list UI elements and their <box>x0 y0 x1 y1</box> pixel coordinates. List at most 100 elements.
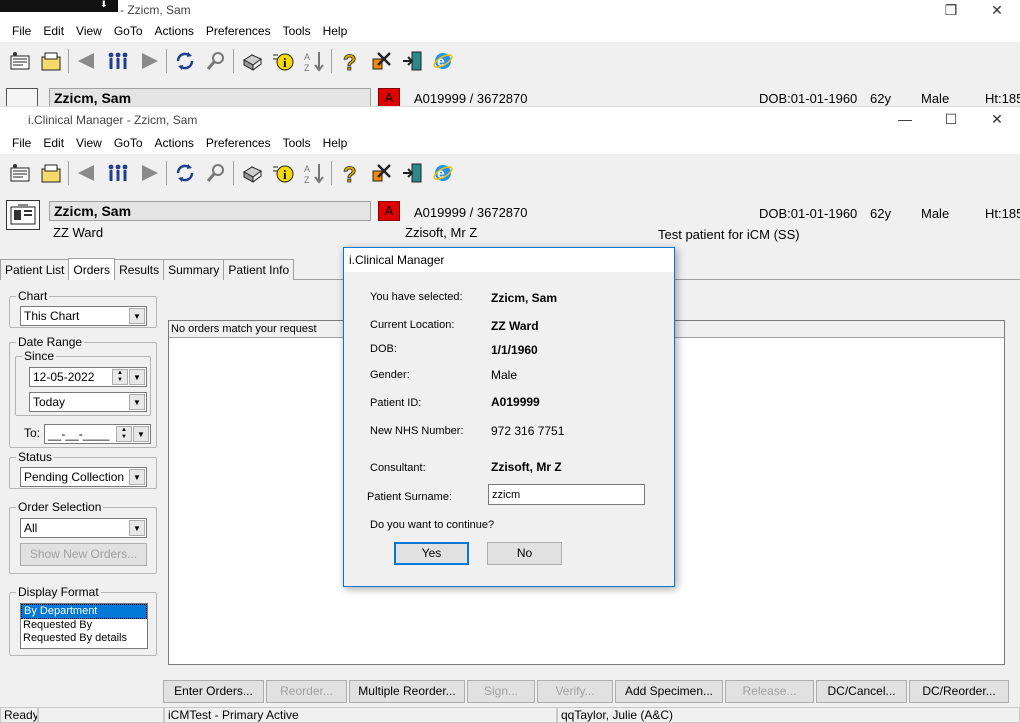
chart-icon[interactable] <box>35 158 66 188</box>
back-menu-actions[interactable]: Actions <box>149 24 200 38</box>
menu-help[interactable]: Help <box>317 136 354 150</box>
back-menu-tools[interactable]: Tools <box>277 24 317 38</box>
patient-dob: DOB:01-01-1960 <box>759 206 858 221</box>
info-icon[interactable]: i <box>267 46 298 76</box>
verify-button[interactable]: Verify... <box>537 680 613 703</box>
menu-goto[interactable]: GoTo <box>108 136 149 150</box>
release-button[interactable]: Release... <box>725 680 814 703</box>
forward-icon[interactable] <box>133 158 164 188</box>
search-icon[interactable] <box>200 158 231 188</box>
since-period-value: Today <box>33 395 66 409</box>
back-maximize-icon[interactable]: ❐ <box>928 0 974 20</box>
since-period-select[interactable]: Today ▼ <box>29 392 147 412</box>
menu-preferences[interactable]: Preferences <box>200 136 277 150</box>
people-icon[interactable] <box>102 46 133 76</box>
display-format-option[interactable]: By Department <box>21 604 147 619</box>
back-alert-badge[interactable]: A <box>378 88 400 106</box>
multiple-reorder-button[interactable]: Multiple Reorder... <box>349 680 465 703</box>
chart-icon[interactable] <box>35 46 66 76</box>
show-new-orders-button[interactable]: Show New Orders... <box>20 543 147 566</box>
close-icon[interactable]: ✕ <box>974 107 1020 133</box>
maximize-icon[interactable]: ☐ <box>928 107 974 133</box>
tab-results[interactable]: Results <box>114 259 165 280</box>
display-format-option[interactable]: Requested By <box>21 619 147 632</box>
display-format-list[interactable]: By Department Requested By Requested By … <box>20 603 148 649</box>
back-gender: Male <box>921 91 950 106</box>
people-icon[interactable] <box>102 158 133 188</box>
status-select[interactable]: Pending Collection ▼ <box>20 467 147 487</box>
refresh-icon[interactable] <box>169 158 200 188</box>
exit-icon[interactable] <box>396 46 427 76</box>
to-date-picker[interactable]: __-__-____ ▲ ▼ ▼ <box>44 424 151 444</box>
tools-icon[interactable] <box>365 158 396 188</box>
back-patient-card-icon[interactable] <box>6 88 38 106</box>
tab-summary[interactable]: Summary <box>163 259 225 280</box>
print-icon[interactable] <box>236 46 267 76</box>
no-button[interactable]: No <box>487 542 562 565</box>
dc-cancel-button[interactable]: DC/Cancel... <box>816 680 907 703</box>
back-icon[interactable] <box>71 46 102 76</box>
menu-actions[interactable]: Actions <box>149 136 200 150</box>
back-menu-goto[interactable]: GoTo <box>108 24 149 38</box>
back-window-controls: ❐ ✕ <box>928 0 1020 20</box>
help-icon[interactable]: ? <box>334 158 365 188</box>
back-menu-edit[interactable]: Edit <box>37 24 70 38</box>
chevron-down-icon[interactable]: ▼ <box>129 369 145 385</box>
back-height: Ht:185 <box>985 91 1020 106</box>
chevron-down-icon[interactable]: ▼ <box>133 426 149 442</box>
info-icon[interactable]: i <box>267 158 298 188</box>
patient-list-icon[interactable] <box>4 46 35 76</box>
sort-icon[interactable]: AZ <box>298 158 329 188</box>
exit-icon[interactable] <box>396 158 427 188</box>
back-menu-preferences[interactable]: Preferences <box>200 24 277 38</box>
chevron-down-icon[interactable]: ▼ <box>129 308 145 324</box>
back-menu-file[interactable]: File <box>6 24 37 38</box>
tab-orders[interactable]: Orders <box>68 258 116 280</box>
back-patient-ids: A019999 / 3672870 <box>414 91 528 106</box>
internet-explorer-icon[interactable]: e <box>427 158 458 188</box>
tab-patient-list[interactable]: Patient List <box>0 259 70 280</box>
back-menu-help[interactable]: Help <box>317 24 354 38</box>
minimize-icon[interactable]: — <box>882 107 928 133</box>
tools-icon[interactable] <box>365 46 396 76</box>
display-format-option[interactable]: Requested By details <box>21 632 147 645</box>
dc-reorder-button[interactable]: DC/Reorder... <box>909 680 1009 703</box>
chevron-down-icon[interactable]: ▼ <box>129 469 145 485</box>
refresh-icon[interactable] <box>169 46 200 76</box>
patient-card-icon[interactable] <box>6 200 40 230</box>
dialog-nhs-value: 972 316 7751 <box>491 424 565 438</box>
tab-bar: Patient List Orders Results Summary Pati… <box>0 258 295 280</box>
enter-orders-button[interactable]: Enter Orders... <box>163 680 264 703</box>
toolbar-separator <box>331 161 332 185</box>
chevron-down-icon[interactable]: ▼ <box>129 394 145 410</box>
chart-select[interactable]: This Chart ▼ <box>20 306 147 326</box>
menu-file[interactable]: File <box>6 136 37 150</box>
menu-tools[interactable]: Tools <box>277 136 317 150</box>
print-icon[interactable] <box>236 158 267 188</box>
spin-updown-icon[interactable]: ▲ ▼ <box>116 426 132 442</box>
sort-icon[interactable]: AZ <box>298 46 329 76</box>
since-date-picker[interactable]: 12-05-2022 ▲ ▼ ▼ <box>29 367 147 387</box>
back-close-icon[interactable]: ✕ <box>974 0 1020 20</box>
help-icon[interactable]: ? <box>334 46 365 76</box>
tab-patient-info[interactable]: Patient Info <box>223 259 295 280</box>
menu-edit[interactable]: Edit <box>37 136 70 150</box>
spin-updown-icon[interactable]: ▲ ▼ <box>112 369 128 385</box>
chevron-down-icon[interactable]: ▼ <box>129 520 145 536</box>
menu-view[interactable]: View <box>70 136 108 150</box>
reorder-button[interactable]: Reorder... <box>266 680 347 703</box>
order-selection-value: All <box>24 521 38 535</box>
patient-list-icon[interactable] <box>4 158 35 188</box>
patient-surname-input[interactable] <box>488 484 645 505</box>
forward-icon[interactable] <box>133 46 164 76</box>
back-icon[interactable] <box>71 158 102 188</box>
yes-button[interactable]: Yes <box>394 542 469 565</box>
add-specimen-button[interactable]: Add Specimen... <box>615 680 723 703</box>
search-icon[interactable] <box>200 46 231 76</box>
order-selection-select[interactable]: All ▼ <box>20 518 147 538</box>
internet-explorer-icon[interactable]: e <box>427 46 458 76</box>
since-label: Since <box>22 349 57 363</box>
sign-button[interactable]: Sign... <box>467 680 535 703</box>
alert-badge[interactable]: A <box>378 201 400 221</box>
back-menu-view[interactable]: View <box>70 24 108 38</box>
